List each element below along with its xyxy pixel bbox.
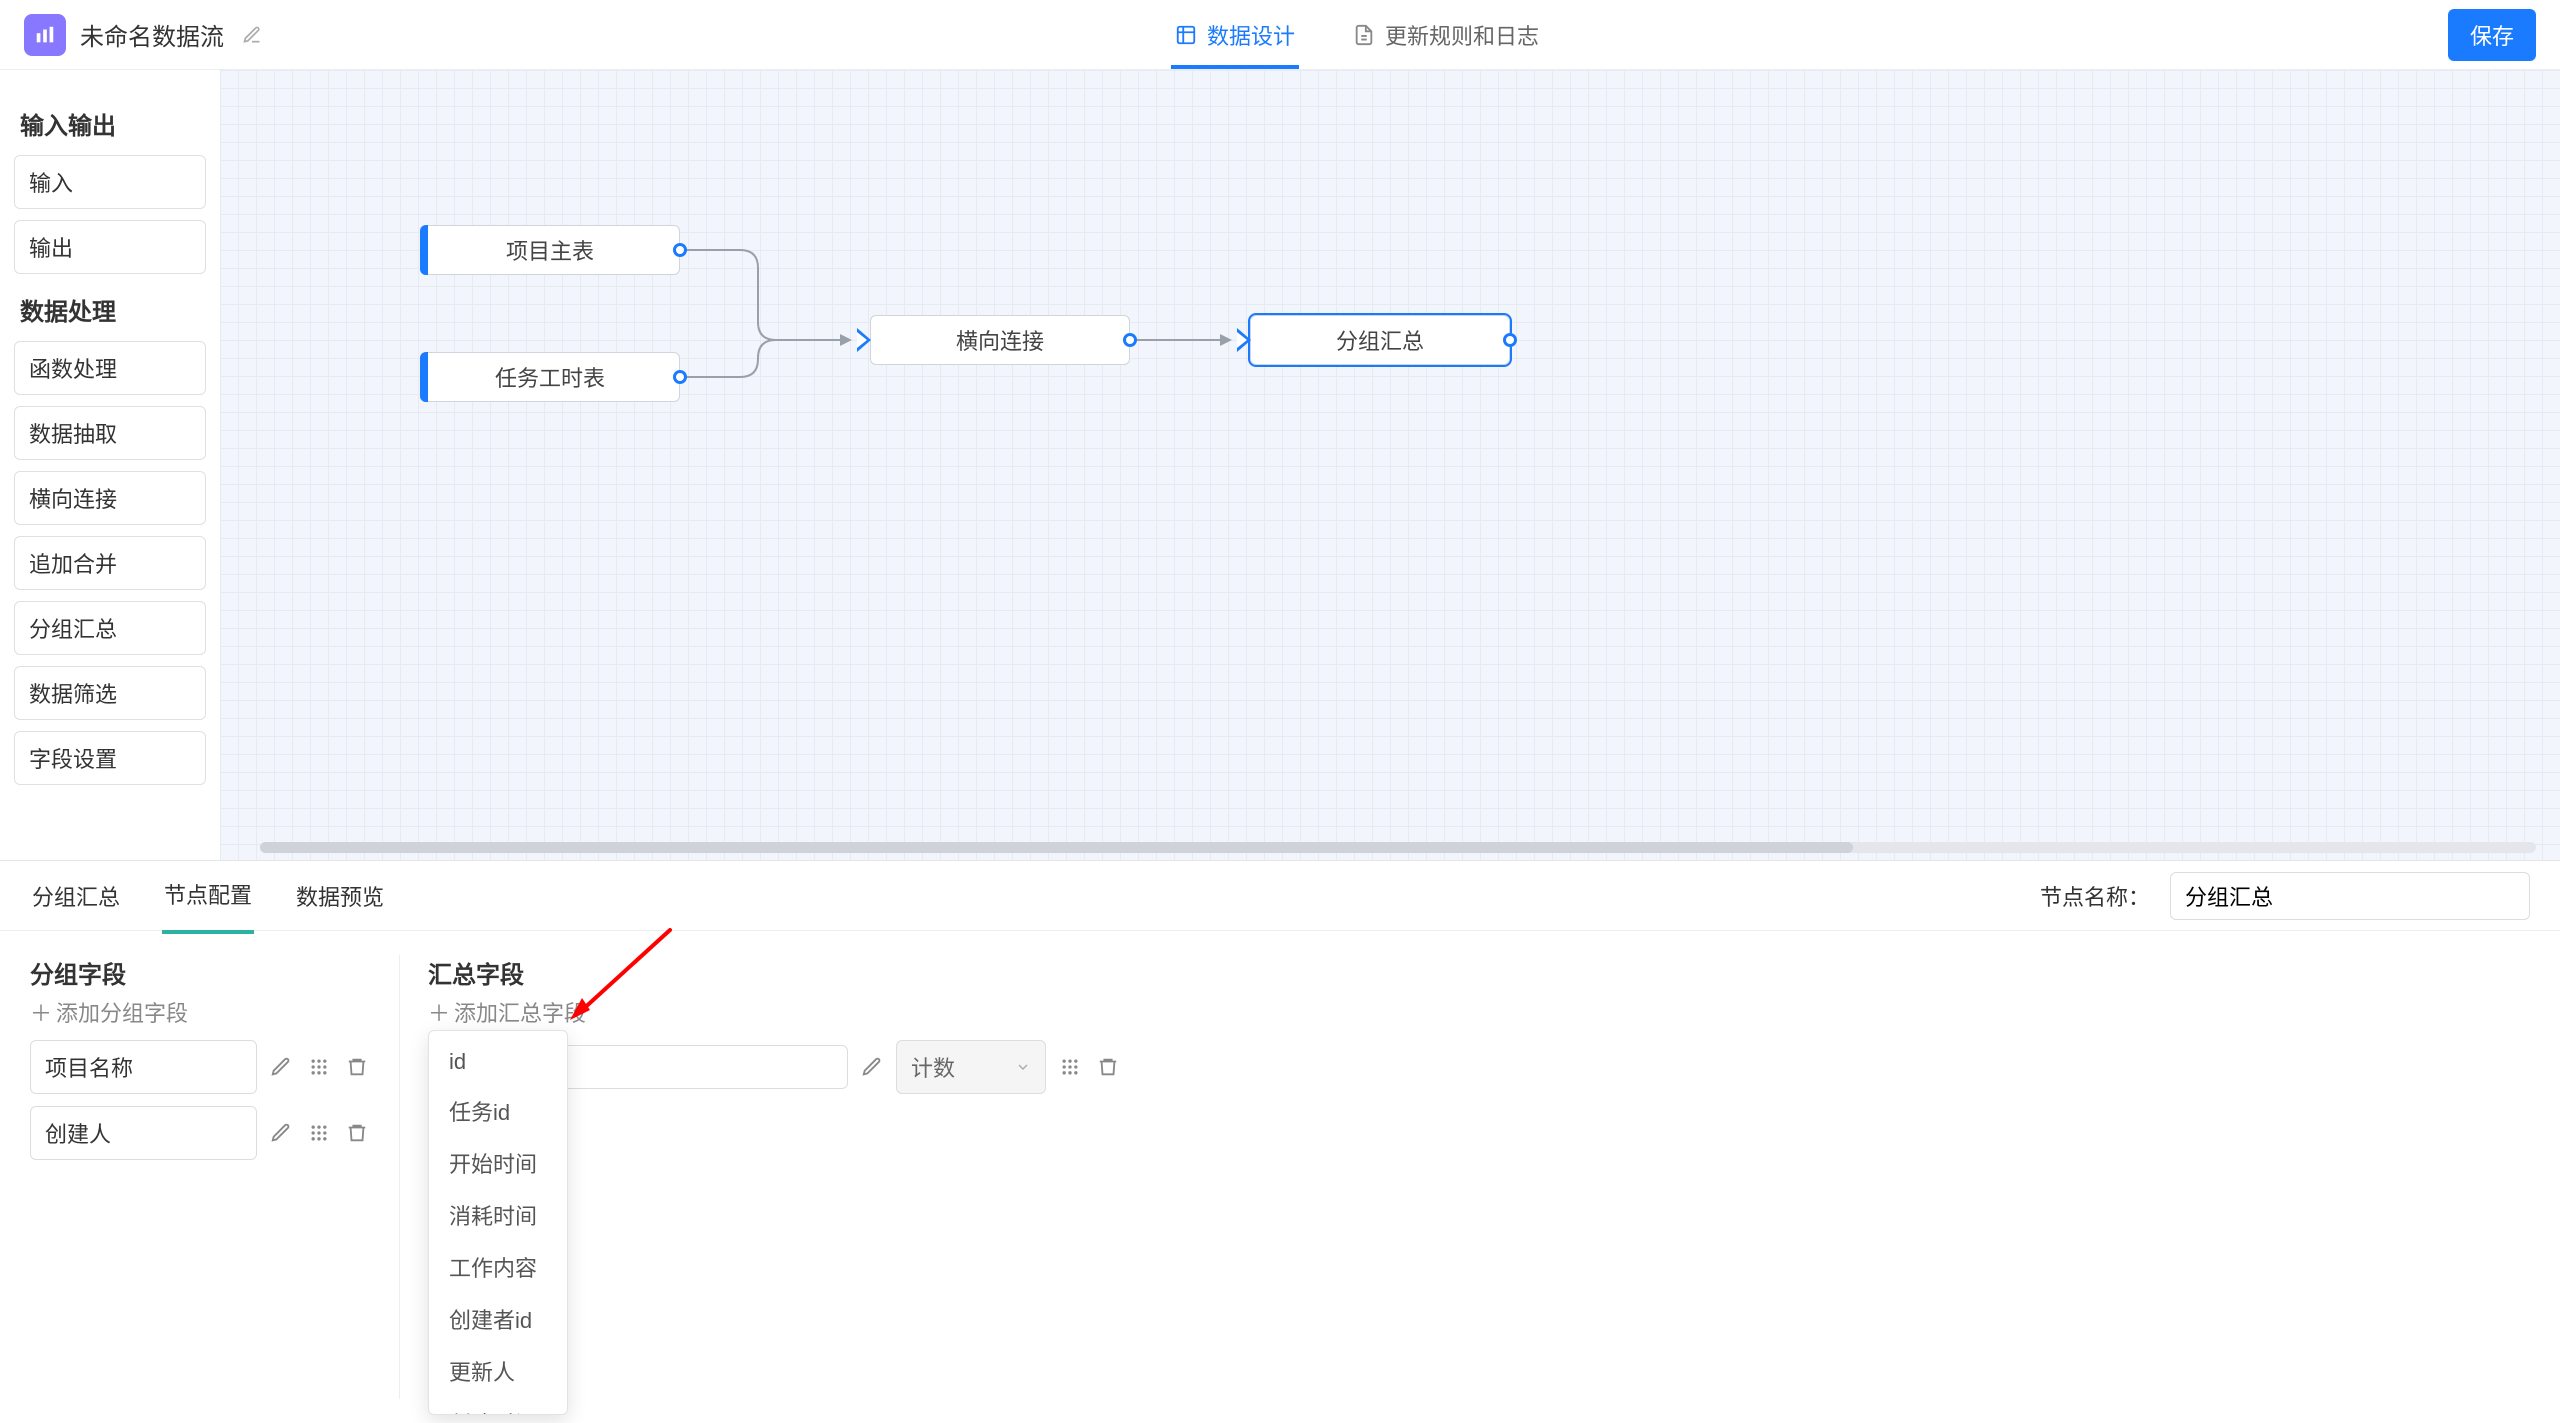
panel-tab-summary[interactable]: 分组汇总: [30, 860, 122, 932]
edit-icon[interactable]: [267, 1053, 295, 1081]
group-fields-column: 分组字段 ＋添加分组字段 项目名称 创建人: [30, 955, 400, 1399]
palette-item-extract[interactable]: 数据抽取: [14, 406, 206, 460]
dropdown-item[interactable]: 任务id: [429, 1085, 567, 1137]
group-field-chip[interactable]: 创建人: [30, 1106, 257, 1160]
tab-data-design[interactable]: 数据设计: [1171, 0, 1299, 69]
add-agg-field-label: 添加汇总字段: [454, 996, 586, 1028]
node-join-label: 横向连接: [956, 324, 1044, 356]
palette-item-input[interactable]: 输入: [14, 155, 206, 209]
group-fields-title: 分组字段: [30, 955, 371, 990]
agg-fields-title: 汇总字段: [428, 955, 2530, 990]
tab-update-rules[interactable]: 更新规则和日志: [1349, 0, 1543, 69]
group-field-row: 项目名称: [30, 1040, 371, 1094]
panel-tabs-row: 分组汇总 节点配置 数据预览 节点名称：: [0, 861, 2560, 931]
add-group-field[interactable]: ＋添加分组字段: [30, 996, 371, 1028]
flow-edges: [220, 70, 2560, 860]
canvas-scrollbar[interactable]: [260, 842, 2536, 853]
delete-icon[interactable]: [343, 1119, 371, 1147]
grid-icon[interactable]: [305, 1053, 333, 1081]
palette-item-append[interactable]: 追加合并: [14, 536, 206, 590]
palette-item-join[interactable]: 横向连接: [14, 471, 206, 525]
dropdown-item[interactable]: 消耗时间: [429, 1189, 567, 1241]
palette-item-output[interactable]: 输出: [14, 220, 206, 274]
dataflow-app-icon: [24, 14, 66, 56]
config-panel: 分组汇总 节点配置 数据预览 节点名称： 分组字段 ＋添加分组字段 项目名称 创…: [0, 860, 2560, 1423]
node-project-label: 项目主表: [506, 234, 594, 266]
palette-category-io: 输入输出: [20, 106, 200, 141]
panel-tabs: 分组汇总 节点配置 数据预览: [30, 861, 386, 930]
tab-data-design-label: 数据设计: [1207, 19, 1295, 51]
port-in[interactable]: [1237, 328, 1251, 352]
group-field-row: 创建人: [30, 1106, 371, 1160]
tab-update-rules-label: 更新规则和日志: [1385, 19, 1539, 51]
palette-item-func[interactable]: 函数处理: [14, 341, 206, 395]
edit-icon[interactable]: [858, 1053, 886, 1081]
edit-title-icon[interactable]: [238, 21, 266, 49]
node-name-area: 节点名称：: [2040, 872, 2530, 920]
panel-body: 分组字段 ＋添加分组字段 项目名称 创建人 汇总字段 ＋添加汇总字段: [0, 931, 2560, 1423]
node-timesheet-label: 任务工时表: [495, 361, 605, 393]
palette-item-fields[interactable]: 字段设置: [14, 731, 206, 785]
main-area: 输入输出 输入 输出 数据处理 函数处理 数据抽取 横向连接 追加合并 分组汇总…: [0, 70, 2560, 860]
agg-field-row: 计数: [428, 1040, 2530, 1094]
dropdown-item[interactable]: 创建者id: [429, 1293, 567, 1345]
node-name-label: 节点名称：: [2040, 880, 2150, 912]
palette-item-filter[interactable]: 数据筛选: [14, 666, 206, 720]
port-out[interactable]: [1503, 333, 1517, 347]
agg-fields-column: 汇总字段 ＋添加汇总字段 计数 id 任务id 开始时间 消耗时间 工作内容 创…: [400, 955, 2530, 1399]
dropdown-item[interactable]: 更新人: [429, 1345, 567, 1397]
chevron-down-icon: [1015, 1059, 1031, 1075]
node-timesheet[interactable]: 任务工时表: [420, 352, 680, 402]
page-title: 未命名数据流: [80, 17, 224, 52]
flow-canvas[interactable]: 项目主表 任务工时表 横向连接 分组汇总: [220, 70, 2560, 860]
edit-icon[interactable]: [267, 1119, 295, 1147]
add-agg-field[interactable]: ＋添加汇总字段: [428, 996, 2530, 1028]
dropdown-item[interactable]: 创建时间: [429, 1397, 567, 1415]
agg-field-dropdown[interactable]: id 任务id 开始时间 消耗时间 工作内容 创建者id 更新人 创建时间 更新…: [428, 1030, 568, 1415]
port-out[interactable]: [673, 370, 687, 384]
header-tabs: 数据设计 更新规则和日志: [266, 0, 2448, 69]
palette-item-group[interactable]: 分组汇总: [14, 601, 206, 655]
group-field-chip[interactable]: 项目名称: [30, 1040, 257, 1094]
node-name-input[interactable]: [2170, 872, 2530, 920]
dropdown-item[interactable]: id: [429, 1039, 567, 1085]
agg-func-select[interactable]: 计数: [896, 1040, 1046, 1094]
node-group[interactable]: 分组汇总: [1250, 315, 1510, 365]
palette-category-proc: 数据处理: [20, 292, 200, 327]
grid-icon[interactable]: [305, 1119, 333, 1147]
add-group-field-label: 添加分组字段: [56, 996, 188, 1028]
grid-icon[interactable]: [1056, 1053, 1084, 1081]
node-project-main[interactable]: 项目主表: [420, 225, 680, 275]
app-header: 未命名数据流 数据设计 更新规则和日志 保存: [0, 0, 2560, 70]
agg-func-label: 计数: [911, 1051, 955, 1083]
node-group-label: 分组汇总: [1336, 324, 1424, 356]
port-out[interactable]: [673, 243, 687, 257]
panel-tab-preview[interactable]: 数据预览: [294, 860, 386, 932]
port-out[interactable]: [1123, 333, 1137, 347]
panel-tab-config[interactable]: 节点配置: [162, 858, 254, 934]
delete-icon[interactable]: [1094, 1053, 1122, 1081]
header-left: 未命名数据流: [24, 14, 266, 56]
port-in[interactable]: [857, 328, 871, 352]
save-button[interactable]: 保存: [2448, 9, 2536, 61]
delete-icon[interactable]: [343, 1053, 371, 1081]
dropdown-item[interactable]: 开始时间: [429, 1137, 567, 1189]
node-palette: 输入输出 输入 输出 数据处理 函数处理 数据抽取 横向连接 追加合并 分组汇总…: [0, 70, 220, 860]
dropdown-item[interactable]: 工作内容: [429, 1241, 567, 1293]
node-join[interactable]: 横向连接: [870, 315, 1130, 365]
